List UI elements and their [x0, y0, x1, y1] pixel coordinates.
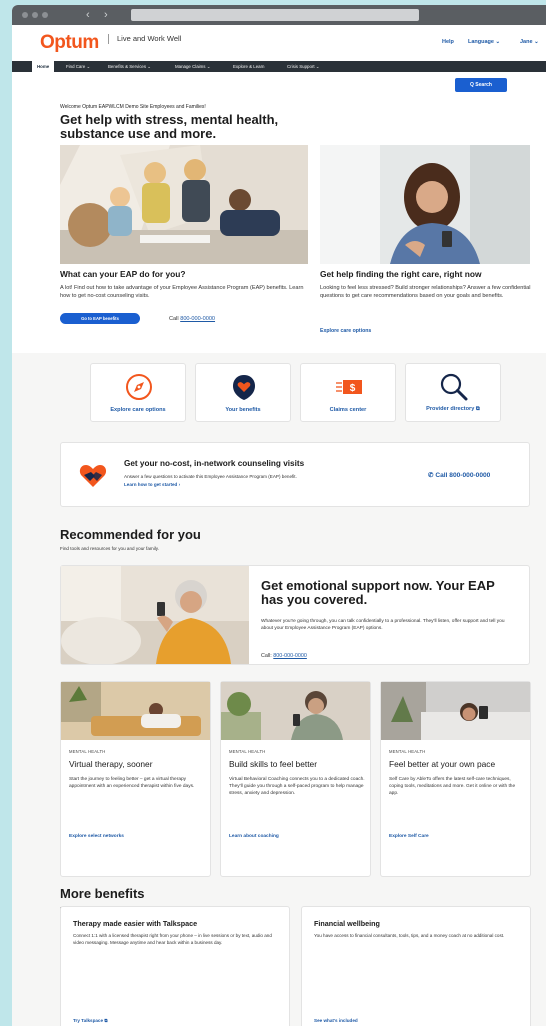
- learn-about-coaching-link[interactable]: Learn about coaching: [229, 834, 279, 839]
- svg-text:$: $: [350, 383, 356, 394]
- nav-crisis-support[interactable]: Crisis Support ⌄: [287, 61, 319, 72]
- address-bar[interactable]: [131, 9, 419, 21]
- card-financial-wellbeing[interactable]: Financial wellbeing You have access to f…: [301, 906, 531, 1026]
- woman-thinking-photo: [320, 145, 530, 264]
- tile-your-benefits[interactable]: Your benefits: [195, 363, 291, 422]
- card-title: Build skills to feel better: [229, 759, 317, 769]
- site-tagline: Live and Work Well: [108, 34, 181, 44]
- right-care-title: Get help finding the right care, right n…: [320, 269, 482, 279]
- browser-titlebar: ‹ ›: [12, 5, 546, 25]
- tile-label: Provider directory ⧉: [426, 406, 480, 412]
- card-body: Start the journey to feeling better – ge…: [69, 777, 195, 789]
- browser-window: ‹ › Optum Live and Work Well Help Langua…: [12, 5, 546, 1026]
- forward-arrow-icon[interactable]: ›: [104, 8, 108, 22]
- feature-body: Whatever you're going through, you can t…: [261, 619, 505, 631]
- main-navigation: Home Find Care ⌄ Benefits & Services ⌄ M…: [12, 61, 546, 72]
- more-benefits-title: More benefits: [60, 886, 145, 901]
- nav-explore-learn[interactable]: Explore & Learn: [233, 61, 265, 72]
- feature-call-label: Call:: [261, 653, 274, 659]
- dollar-bill-icon: $: [336, 380, 362, 394]
- counseling-call-label: Call 800-000-0000: [435, 472, 491, 479]
- language-menu[interactable]: Language ⌄: [468, 39, 500, 45]
- recommended-subtitle: Find tools and resources for you and you…: [60, 546, 159, 551]
- compass-icon: [126, 374, 152, 400]
- woman-on-phone-photo-2: [221, 682, 370, 740]
- see-whats-included-link[interactable]: See what's included: [314, 1018, 358, 1023]
- optum-logo[interactable]: Optum: [40, 32, 99, 54]
- learn-how-to-get-started-link[interactable]: Learn how to get started ›: [124, 482, 180, 487]
- welcome-text: Welcome Optum EAPWLCM Demo Site Employee…: [60, 104, 206, 110]
- feature-call-line: Call: 800-000-0000: [261, 652, 307, 660]
- recommended-title: Recommended for you: [60, 527, 201, 542]
- counseling-call-link[interactable]: ✆ Call 800-000-0000: [428, 471, 490, 479]
- eap-call-line: Call 800-000-0000: [169, 315, 215, 323]
- woman-on-phone-photo: [61, 566, 249, 664]
- card-title: Virtual therapy, sooner: [69, 759, 153, 769]
- counseling-title: Get your no-cost, in-network counseling …: [124, 459, 305, 468]
- tile-label: Claims center: [329, 407, 367, 413]
- explore-self-care-link[interactable]: Explore Self Care: [389, 834, 429, 839]
- card-title: Feel better at your own pace: [389, 759, 496, 769]
- card-virtual-therapy[interactable]: MENTAL HEALTH Virtual therapy, sooner St…: [60, 681, 211, 877]
- heart-shield-icon: [233, 375, 255, 400]
- window-close-dot[interactable]: [22, 12, 28, 18]
- emotional-support-feature: Get emotional support now. Your EAP has …: [60, 565, 530, 665]
- window-zoom-dot[interactable]: [42, 12, 48, 18]
- tile-label: Your benefits: [225, 407, 261, 413]
- tile-explore-care-options[interactable]: Explore care options: [90, 363, 186, 422]
- family-photo: [60, 145, 308, 264]
- woman-in-bed-photo: [381, 682, 530, 740]
- card-kicker: MENTAL HEALTH: [389, 749, 426, 754]
- hero-section: Q Search Welcome Optum EAPWLCM Demo Site…: [12, 72, 546, 353]
- card-kicker: MENTAL HEALTH: [229, 749, 266, 754]
- site-header: Optum Live and Work Well Help Language ⌄…: [12, 25, 546, 61]
- tile-claims-center[interactable]: $ Claims center: [300, 363, 396, 422]
- card-talkspace[interactable]: Therapy made easier with Talkspace Conne…: [60, 906, 290, 1026]
- card-self-care[interactable]: MENTAL HEALTH Feel better at your own pa…: [380, 681, 531, 877]
- nav-manage-claims[interactable]: Manage Claims ⌄: [175, 61, 210, 72]
- card-kicker: MENTAL HEALTH: [69, 749, 106, 754]
- magnifier-icon: [440, 373, 468, 401]
- feature-call-number-link[interactable]: 800-000-0000: [273, 653, 307, 659]
- nav-benefits-services[interactable]: Benefits & Services ⌄: [108, 61, 151, 72]
- counseling-subtitle: Answer a few questions to activate this …: [124, 474, 297, 479]
- eap-call-label: Call: [169, 316, 181, 322]
- right-care-body: Looking to feel less stressed? Build str…: [320, 285, 531, 299]
- window-minimize-dot[interactable]: [32, 12, 38, 18]
- counseling-banner: Get your no-cost, in-network counseling …: [60, 442, 530, 507]
- nav-find-care[interactable]: Find Care ⌄: [66, 61, 90, 72]
- back-arrow-icon[interactable]: ‹: [86, 8, 90, 22]
- financial-body: You have access to financial consultants…: [314, 933, 505, 938]
- explore-care-options-link[interactable]: Explore care options: [320, 328, 371, 334]
- try-talkspace-link[interactable]: Try Talkspace ⧉: [73, 1018, 108, 1023]
- card-body: Virtual Behavioral Coaching connects you…: [229, 777, 365, 796]
- financial-title: Financial wellbeing: [314, 919, 380, 928]
- user-menu[interactable]: Jane ⌄: [520, 39, 539, 45]
- talkspace-title: Therapy made easier with Talkspace: [73, 919, 198, 928]
- explore-select-networks-link[interactable]: Explore select networks: [69, 834, 124, 839]
- hero-headline: Get help with stress, mental health, sub…: [60, 112, 279, 141]
- help-link[interactable]: Help: [442, 39, 454, 45]
- talkspace-body: Connect 1:1 with a licensed therapist ri…: [73, 933, 272, 945]
- feature-title: Get emotional support now. Your EAP has …: [261, 578, 495, 607]
- card-build-skills[interactable]: MENTAL HEALTH Build skills to feel bette…: [220, 681, 371, 877]
- eap-call-number-link[interactable]: 800-000-0000: [180, 316, 215, 322]
- card-body: Self Care by AbleTo offers the latest se…: [389, 777, 516, 796]
- go-to-eap-benefits-button[interactable]: Go to EAP benefits: [60, 313, 140, 324]
- eap-card-title: What can your EAP do for you?: [60, 269, 186, 279]
- search-button[interactable]: Q Search: [455, 78, 507, 92]
- nav-home[interactable]: Home: [32, 61, 55, 72]
- tile-provider-directory[interactable]: Provider directory ⧉: [405, 363, 501, 422]
- eap-card-body: A lot! Find out how to take advantage of…: [60, 285, 304, 299]
- woman-laptop-photo: [61, 682, 210, 740]
- tile-label: Explore care options: [110, 407, 166, 413]
- handshake-heart-icon: [79, 465, 107, 487]
